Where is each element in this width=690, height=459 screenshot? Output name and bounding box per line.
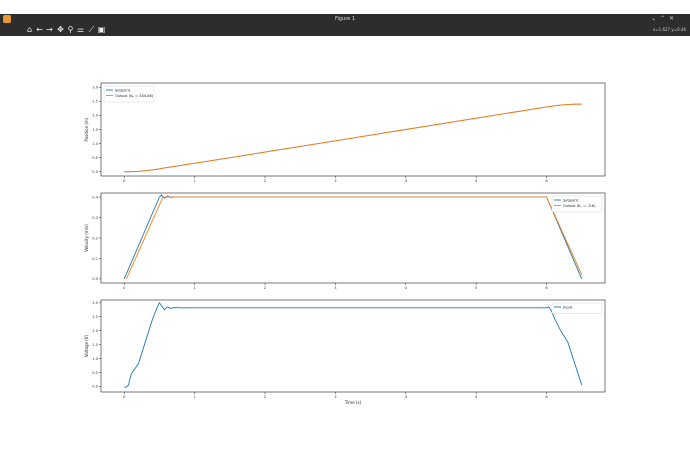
chart0-legend-label: Output (Kₚ = 334.46) <box>115 94 154 98</box>
chart1-legend-label: Output (Kᵥ = -3.6) <box>563 204 596 208</box>
chart0-ytick-label: 3.0 <box>92 86 98 90</box>
forward-icon[interactable]: → <box>45 25 54 35</box>
chart2-ylabel: Voltage (V) <box>84 334 89 357</box>
chart2-ytick-label: 1.5 <box>92 343 98 347</box>
minimize-icon[interactable]: ⌄ <box>651 15 656 23</box>
window-title: Figure 1 <box>334 16 356 22</box>
navigation-toolbar: ⌂ ← → ✥ ⚲ ⚌ ⟋ ▣ x=1.627 y=0.46 <box>0 24 690 36</box>
chart1-xtick-label: 2 <box>264 286 266 290</box>
chart0-ytick-label: 2.5 <box>92 100 98 104</box>
chart1-ytick-label: 0.3 <box>92 216 98 220</box>
chart0-ytick-label: 0.5 <box>92 156 98 160</box>
figure-canvas[interactable]: 0 1 2 3 4 5 6 0.0 0.5 1.0 1.5 2.0 2.5 3.0 Position (m)… <box>0 36 690 459</box>
chart0-ytick-label: 1.0 <box>92 142 98 146</box>
chart2-ytick-label: 0.0 <box>92 385 98 389</box>
chart0-xtick-label: 4 <box>405 179 408 183</box>
chart0-ytick-label: 2.0 <box>92 114 98 118</box>
chart2-axes-frame <box>100 299 606 393</box>
chart2-xtick-label: 3 <box>334 395 336 399</box>
chart2-xtick-label: 2 <box>264 395 266 399</box>
edit-axes-icon[interactable]: ⟋ <box>87 25 96 35</box>
chart2-xtick-label: 1 <box>193 395 195 399</box>
subplots-icon[interactable]: ⚌ <box>76 25 85 35</box>
chart0-legend-label: Setpoint <box>115 88 131 92</box>
pan-icon[interactable]: ✥ <box>56 25 65 35</box>
chart1-ytick-label: 0.0 <box>92 277 98 281</box>
chart0-xtick-label: 1 <box>193 179 195 183</box>
chart1-axes-frame <box>100 192 606 284</box>
chart1-xtick-label: 0 <box>123 286 126 290</box>
chart0-xtick-label: 6 <box>545 179 548 183</box>
chart1-legend-label: Setpoint <box>563 198 579 202</box>
chart0-xtick-label: 3 <box>334 179 336 183</box>
chart0-xtick-label: 5 <box>475 179 477 183</box>
chart2-legend-label: Input <box>563 305 573 309</box>
chart2-ytick-label: 2.0 <box>92 329 98 333</box>
window-titlebar: Figure 1 ⌄ ⌃ ✕ <box>0 14 690 24</box>
chart0-ytick-label: 1.5 <box>92 128 98 132</box>
chart0-xtick-label: 2 <box>264 179 266 183</box>
chart1-ytick-label: 0.4 <box>92 195 98 199</box>
chart1-ytick-label: 0.1 <box>92 257 98 261</box>
chart1-xtick-label: 4 <box>405 286 408 290</box>
maximize-icon[interactable]: ⌃ <box>660 15 665 23</box>
chart0-ytick-label: 0.0 <box>92 170 98 174</box>
zoom-icon[interactable]: ⚲ <box>66 25 75 35</box>
chart1-xtick-label: 5 <box>475 286 477 290</box>
chart0-axes-frame <box>100 82 606 177</box>
chart2-ytick-label: 3.0 <box>92 301 98 305</box>
chart0-xtick-label: 0 <box>123 179 126 183</box>
chart1-xtick-label: 6 <box>545 286 548 290</box>
chart2-legend-box <box>551 302 603 314</box>
chart2-xtick-label: 6 <box>545 395 548 399</box>
chart1-ytick-label: 0.2 <box>92 236 98 240</box>
chart1-ylabel: Velocity (m/s) <box>84 224 89 252</box>
back-icon[interactable]: ← <box>35 25 44 35</box>
chart2-xlabel: Time (s) <box>344 400 362 405</box>
cursor-coordinates: x=1.627 y=0.46 <box>652 27 686 32</box>
chart2-xtick-label: 4 <box>405 395 408 399</box>
chart1-xtick-label: 3 <box>334 286 336 290</box>
chart2-xtick-label: 0 <box>123 395 126 399</box>
chart0-ylabel: Position (m) <box>84 117 89 141</box>
chart2-ytick-label: 1.0 <box>92 357 98 361</box>
chart2-ytick-label: 0.5 <box>92 371 98 375</box>
close-icon[interactable]: ✕ <box>669 15 674 23</box>
home-icon[interactable]: ⌂ <box>25 25 34 35</box>
chart1-xtick-label: 1 <box>193 286 195 290</box>
chart2-xtick-label: 5 <box>475 395 477 399</box>
chart2-ytick-label: 2.5 <box>92 315 98 319</box>
save-icon[interactable]: ▣ <box>97 25 106 35</box>
